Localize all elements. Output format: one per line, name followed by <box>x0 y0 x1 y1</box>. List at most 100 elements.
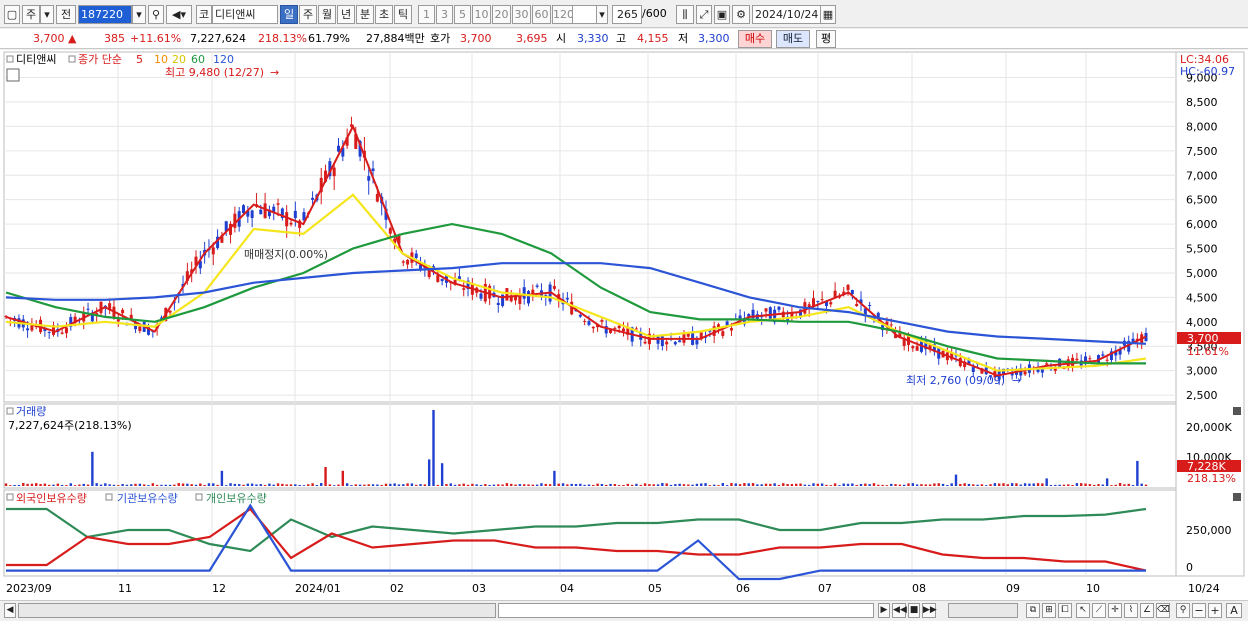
volume-bar <box>972 484 975 486</box>
period-button[interactable]: 년 <box>337 5 355 24</box>
volume-bar <box>276 483 280 486</box>
volume-tick-20000: 20,000K <box>1186 421 1232 434</box>
calendar-icon[interactable]: ▦ <box>820 5 836 24</box>
search-icon[interactable]: ⚲ <box>148 5 164 24</box>
zoom-out-icon[interactable]: − <box>1192 603 1206 618</box>
volume-bar <box>246 483 250 486</box>
volume-bar <box>743 483 746 486</box>
layout-icon[interactable]: ⧉ <box>1026 603 1040 618</box>
candle-type-icon[interactable]: ⫼ <box>676 5 694 24</box>
stock-chart[interactable]: 9,000 8,500 8,000 7,500 7,000 6,500 6,000 5,500… <box>0 50 1248 600</box>
overlay-icon[interactable]: ⧠ <box>1058 603 1072 618</box>
eval-button[interactable]: 평 <box>816 30 836 48</box>
volume-bar <box>1032 483 1035 486</box>
minute-button[interactable]: 120 <box>552 5 574 24</box>
period-button[interactable]: 초 <box>375 5 393 24</box>
volume-bar <box>648 484 651 486</box>
x-axis-label: 07 <box>818 582 832 595</box>
market-dropdown-icon[interactable]: ▾ <box>40 5 54 24</box>
volume-bar <box>134 483 137 486</box>
minute-button[interactable]: 1 <box>418 5 435 24</box>
x-axis-label: 10 <box>1086 582 1100 595</box>
panel-close-icon[interactable] <box>1233 493 1241 501</box>
scroll-track[interactable] <box>18 603 496 618</box>
prev-button[interactable]: 전 <box>56 5 76 24</box>
cursor-icon[interactable]: ↖ <box>1076 603 1090 618</box>
zoom-in-icon[interactable]: + <box>1208 603 1222 618</box>
volume-bar <box>1036 483 1040 486</box>
volume-bar <box>613 484 617 486</box>
custom-period-dropdown-icon[interactable]: ▾ <box>596 5 608 24</box>
stock-code-input[interactable]: 187220 <box>78 5 132 24</box>
chart-canvas[interactable]: 9,0008,5008,0007,5007,0006,5006,0005,500… <box>0 50 1248 600</box>
date-input[interactable]: 2024/10/24 <box>752 5 822 24</box>
scroll-right-icon[interactable]: ▶ <box>878 603 890 618</box>
candle-body <box>678 340 682 343</box>
volume-bar <box>725 485 729 486</box>
draw-tool-icon[interactable]: ⤢ <box>696 5 712 24</box>
volume-bar <box>488 484 491 486</box>
institution-holding-label: 기관보유수량 <box>117 492 178 505</box>
volume-bar <box>980 484 984 486</box>
candle-body <box>673 341 677 345</box>
rewind-icon[interactable]: ◀◀ <box>892 603 907 618</box>
measure-icon[interactable]: ∠ <box>1140 603 1154 618</box>
minute-button[interactable]: 3 <box>436 5 453 24</box>
trend-line-icon[interactable]: ⟋ <box>1092 603 1106 618</box>
period-button[interactable]: 분 <box>356 5 374 24</box>
volume-bar <box>691 484 694 486</box>
volume-bar <box>967 483 971 486</box>
buy-button[interactable]: 매수 <box>738 30 772 48</box>
market-select[interactable]: 주 <box>22 5 40 24</box>
volume-bar <box>52 484 55 486</box>
crosshair-icon[interactable]: ✛ <box>1108 603 1122 618</box>
candle-body <box>729 328 733 331</box>
minute-button[interactable]: 5 <box>454 5 471 24</box>
scroll-left-icon[interactable]: ◀ <box>4 603 16 618</box>
volume-bar <box>1019 484 1022 486</box>
fast-forward-icon[interactable]: ▶▶ <box>922 603 937 618</box>
minute-button[interactable]: 10 <box>472 5 491 24</box>
stop-icon[interactable]: ■ <box>908 603 920 618</box>
minute-button[interactable]: 30 <box>512 5 531 24</box>
split-icon[interactable]: ⊞ <box>1042 603 1056 618</box>
speaker-icon[interactable]: ◀▾ <box>166 5 192 24</box>
candle-body <box>777 306 781 310</box>
volume-bar <box>423 484 427 486</box>
volume-bar <box>268 483 271 486</box>
volume-bar <box>630 484 634 486</box>
volume-bar <box>643 483 647 486</box>
volume-bar <box>376 484 379 486</box>
volume-bar <box>22 482 25 486</box>
save-icon[interactable]: ▣ <box>714 5 730 24</box>
price-tick-label: 2,500 <box>1186 389 1218 402</box>
period-button[interactable]: 일 <box>280 5 298 24</box>
x-axis-label: 10/24 <box>1188 582 1220 595</box>
window-menu-icon[interactable]: ▢ <box>4 5 20 24</box>
volume-bar <box>976 484 979 486</box>
scroll-thumb[interactable] <box>498 603 874 618</box>
candle-body <box>829 302 833 305</box>
gear-icon[interactable]: ⚙ <box>732 5 750 24</box>
panel-settings-icon[interactable] <box>6 68 20 82</box>
clear-icon[interactable]: ⌫ <box>1156 603 1170 618</box>
magnifier-icon[interactable]: ⚲ <box>1176 603 1190 618</box>
ruler-icon[interactable]: ⌇ <box>1124 603 1138 618</box>
panel-close-icon[interactable] <box>1233 407 1241 415</box>
minute-button[interactable]: 20 <box>492 5 511 24</box>
auto-scale-icon[interactable]: A <box>1226 603 1242 618</box>
volume-bar <box>367 484 370 486</box>
volume-bar <box>60 484 64 486</box>
volume-bar <box>307 484 310 486</box>
period-button[interactable]: 월 <box>318 5 336 24</box>
period-button[interactable]: 틱 <box>394 5 412 24</box>
count-input[interactable]: 265 <box>612 5 642 24</box>
zoom-slider[interactable] <box>948 603 1018 618</box>
stock-name-field[interactable]: 디티앤씨 <box>212 5 278 24</box>
period-button[interactable]: 주 <box>299 5 317 24</box>
code-dropdown-icon[interactable]: ▾ <box>132 5 146 24</box>
minute-button[interactable]: 60 <box>532 5 551 24</box>
sell-button[interactable]: 매도 <box>776 30 810 48</box>
volume-bar <box>1028 483 1031 486</box>
volume-bar <box>332 485 336 486</box>
